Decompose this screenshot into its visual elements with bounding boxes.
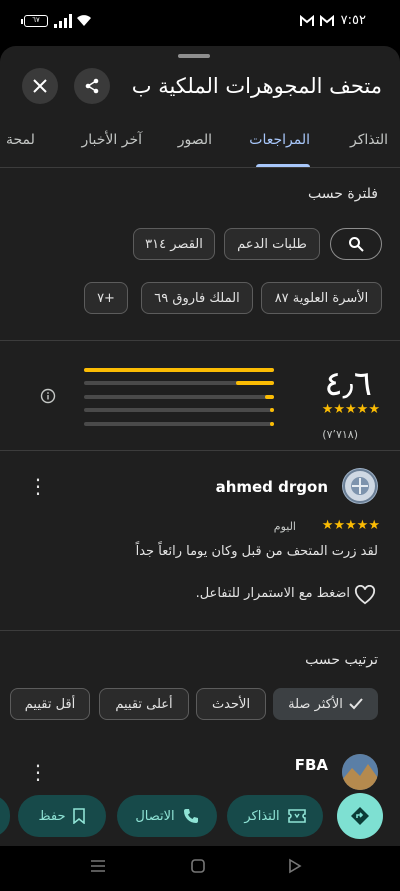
system-nav-bar [0, 846, 400, 891]
rating-bar-fill [236, 381, 274, 385]
back-icon[interactable] [288, 858, 302, 874]
review-text: لقد زرت المتحف من قبل وكان يوما رائعاً ج… [135, 544, 378, 559]
divider [0, 630, 400, 631]
battery-icon: ٦٧ [21, 15, 48, 27]
tab-overview[interactable]: لمحة [6, 132, 35, 148]
review-date: اليوم [273, 520, 296, 533]
rating-bar-2 [84, 408, 274, 412]
more-options-icon[interactable]: ⋮ [28, 762, 48, 782]
close-button[interactable] [22, 68, 58, 104]
sort-chip-lowest[interactable]: أقل تقييم [10, 688, 90, 720]
filter-chip-support[interactable]: طلبات الدعم [224, 228, 320, 260]
call-label: الاتصال [135, 808, 175, 824]
interaction-hint: اضغط مع الاستمرار للتفاعل. [195, 586, 350, 601]
rating-bar-fill [84, 368, 274, 372]
active-tab-indicator [256, 164, 310, 167]
clock: ٧:٥٢ [340, 13, 366, 28]
average-rating: ٤٫٦ [324, 364, 372, 404]
directions-icon [351, 807, 369, 825]
tab-updates[interactable]: آخر الأخبار [82, 132, 143, 148]
directions-button[interactable] [337, 793, 383, 839]
filter-chip-farouk[interactable]: الملك فاروق ٦٩ [141, 282, 253, 314]
gmail-icon [300, 15, 314, 26]
rating-bar-4 [84, 381, 274, 385]
avatar[interactable] [342, 468, 378, 504]
save-button[interactable]: حفظ [18, 795, 106, 837]
search-icon [349, 237, 364, 252]
rating-bar-fill [264, 395, 274, 399]
avatar-image [343, 469, 377, 503]
info-icon[interactable] [40, 388, 56, 404]
sort-chip-newest[interactable]: الأحدث [196, 688, 266, 720]
sort-title: ترتيب حسب [305, 652, 378, 668]
status-bar: ٦٧ ٧:٥٢ [0, 0, 400, 44]
action-bar: التذاكر الاتصال حفظ [0, 790, 400, 846]
rating-bar-3 [84, 395, 274, 399]
recent-apps-icon[interactable] [90, 859, 106, 873]
review-stars: ★★★★★ [321, 518, 380, 533]
more-actions-button[interactable] [0, 795, 10, 837]
call-button[interactable]: الاتصال [117, 795, 217, 837]
reviewer-name[interactable]: ahmed drgon [216, 478, 328, 496]
more-options-icon[interactable]: ⋮ [28, 476, 48, 496]
place-title: متحف المجوهرات الملكية ب.. [132, 74, 382, 98]
signal-icon [54, 14, 72, 28]
tickets-label: التذاكر [244, 808, 280, 824]
avatar[interactable] [342, 754, 378, 790]
filter-title: فلترة حسب [308, 186, 378, 202]
close-icon [33, 79, 47, 93]
share-icon [85, 78, 99, 94]
heart-icon[interactable] [354, 585, 376, 605]
rating-bar-fill [270, 408, 274, 412]
rating-bar-fill [270, 422, 274, 426]
sort-chip-highest[interactable]: أعلى تقييم [99, 688, 189, 720]
filter-chip-more[interactable]: +٧ [84, 282, 128, 314]
review-count: (٧٬٧١٨) [322, 428, 358, 441]
save-label: حفظ [38, 808, 66, 824]
filter-chip-alawiyya[interactable]: الأسرة العلوية ٨٧ [261, 282, 382, 314]
sort-chip-relevant[interactable]: الأكثر صلة [273, 688, 378, 720]
divider [0, 450, 400, 451]
tab-reviews[interactable]: المراجعات [249, 132, 310, 148]
ticket-icon [287, 809, 306, 823]
tab-photos[interactable]: الصور [178, 132, 212, 148]
phone-icon [183, 809, 198, 823]
average-stars: ★★★★★ [321, 402, 380, 417]
tab-tickets[interactable]: التذاكر [350, 132, 388, 148]
gmail-icon [320, 15, 334, 26]
search-reviews-button[interactable] [330, 228, 382, 260]
place-sheet: متحف المجوهرات الملكية ب.. التذاكر المرا… [0, 46, 400, 846]
divider [0, 340, 400, 341]
tickets-button[interactable]: التذاكر [227, 795, 323, 837]
filter-chip-palace[interactable]: القصر ٣١٤ [133, 228, 215, 260]
rating-bar-5 [84, 368, 274, 372]
sort-chip-label: الأكثر صلة [288, 696, 343, 712]
reviewer-name[interactable]: FBA [295, 756, 328, 774]
share-button[interactable] [74, 68, 110, 104]
wifi-icon [77, 15, 91, 26]
bookmark-icon [73, 808, 86, 824]
avatar-image [342, 754, 378, 790]
rating-bar-1 [84, 422, 274, 426]
home-icon[interactable] [190, 858, 206, 874]
tab-bar: التذاكر المراجعات الصور آخر الأخبار لمحة [0, 124, 400, 168]
check-icon [349, 698, 363, 710]
drag-handle[interactable] [178, 54, 210, 58]
